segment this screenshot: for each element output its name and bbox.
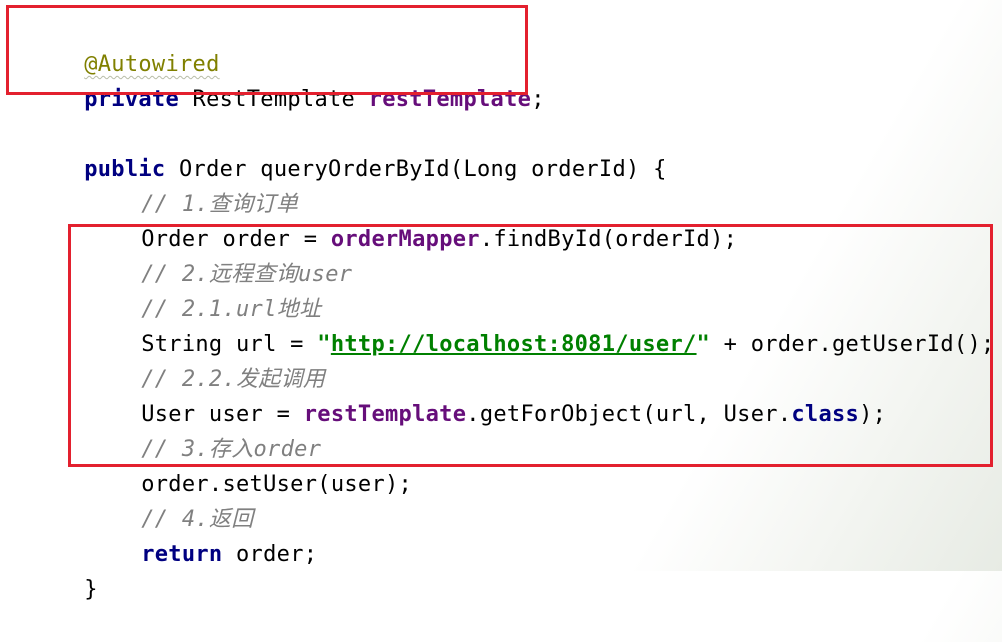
closing-brace: }	[84, 577, 98, 602]
comment-line: // 4.返回	[87, 467, 254, 532]
find-by-id-call: .findById(orderId);	[479, 227, 738, 252]
set-user-line: order.setUser(user);	[87, 432, 412, 497]
comment-line: // 3.存入order	[87, 397, 321, 462]
order-assignment-line: Order order = orderMapper.findById(order…	[87, 187, 737, 252]
method-signature-line: public Order queryOrderById(Long orderId…	[30, 117, 667, 182]
url-assignment-line: String url = "http://localhost:8081/user…	[87, 292, 995, 357]
field-type: RestTemplate	[179, 87, 369, 112]
comment-line: // 2.远程查询user	[87, 222, 352, 287]
class-keyword: class	[791, 402, 860, 427]
string-quote-close: "	[696, 332, 711, 357]
return-keyword: return	[141, 542, 223, 567]
code-editor[interactable]: @Autowired private RestTemplate restTemp…	[0, 0, 1002, 602]
private-keyword: private	[84, 87, 180, 112]
field-declaration-line: private RestTemplate restTemplate;	[30, 47, 545, 112]
field-name: restTemplate	[368, 87, 532, 112]
comment-line: // 2.1.url地址	[87, 257, 321, 322]
get-user-id-call: + order.getUserId();	[710, 332, 995, 357]
comment-line: // 1.查询订单	[87, 152, 298, 217]
call-close: );	[859, 402, 887, 427]
closing-brace-line: }	[30, 537, 98, 602]
rest-template-field: restTemplate	[303, 402, 467, 427]
url-link[interactable]: http://localhost:8081/user/	[331, 332, 697, 357]
user-assignment-line: User user = restTemplate.getForObject(ur…	[87, 362, 886, 427]
return-value: order;	[222, 542, 318, 567]
return-line: return order;	[87, 502, 317, 567]
annotation-line: @Autowired	[30, 12, 220, 77]
order-mapper-field: orderMapper	[330, 227, 480, 252]
semicolon: ;	[531, 87, 545, 112]
comment-line: // 2.2.发起调用	[87, 327, 325, 392]
get-for-object-call: .getForObject(url, User.	[466, 402, 792, 427]
